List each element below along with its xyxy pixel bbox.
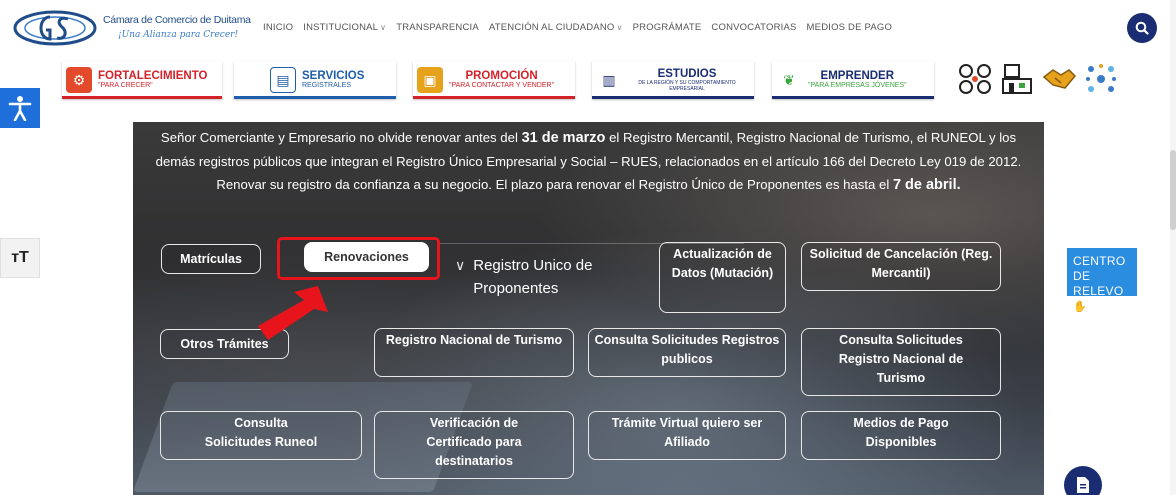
banner-title: ESTUDIOS [657,67,717,80]
nav-programate[interactable]: PROGRÁMATE [628,22,707,33]
banner-stripe [413,96,575,99]
nav-convocatorias[interactable]: CONVOCATORIAS [706,22,801,33]
centro-de-relevo-button[interactable]: CENTRO DE RELEVO ✋ [1067,248,1137,313]
banner-stripe [772,96,934,99]
sign-language-icon: ✋ [1073,301,1087,313]
banner-stripe [234,96,396,99]
banner-promocion[interactable]: ▣ PROMOCIÓN "PARA CONTACTAR Y VENDER" [413,61,575,99]
matriculas-button[interactable]: Matrículas [161,244,261,274]
banner-subtitle: "PARA EMPRESAS JÓVENES" [808,82,907,90]
gear-icon: ⚙ [66,67,92,93]
notice-deadline: 31 de marzo [521,130,606,146]
search-button[interactable] [1127,13,1157,43]
chevron-down-icon: ∨ [380,23,387,32]
banner-stripe [62,96,222,99]
chevron-down-icon: ∨ [455,257,466,273]
banner-title: SERVICIOS [302,70,365,83]
actualizacion-datos-button[interactable]: Actualización de Datos (Mutación) [659,242,786,313]
dots-network-icon[interactable] [1082,60,1120,98]
scrollbar-thumb[interactable] [1170,150,1176,230]
notice-text: Señor Comerciante y Empresario no olvide… [160,130,522,145]
nav-medios-pago[interactable]: MEDIOS DE PAGO [802,22,898,33]
page-scrollbar[interactable] [1170,0,1176,495]
accessibility-icon [8,96,32,121]
logo-slogan: ¡Una Alianza para Crecer! [118,30,239,40]
relevo-label: CENTRO DE RELEVO [1073,254,1126,298]
nav-institucional[interactable]: INSTITUCIONAL ∨ [298,22,391,33]
network-icon[interactable] [956,60,994,98]
document-icon [1077,477,1089,493]
verificacion-certificado-button[interactable]: Verificación de Certificado para destina… [374,411,574,479]
nav-inicio[interactable]: INICIO [258,22,298,33]
banner-estudios[interactable]: ▥ ESTUDIOS DE LA REGIÓN Y SU COMPORTAMIE… [592,61,754,99]
registro-turismo-button[interactable]: Registro Nacional de Turismo [374,328,574,377]
program-banners: ⚙ FORTALECIMIENTO "PARA CRECER" ▤ SERVIC… [0,56,1176,106]
banner-subtitle: REGISTRALES [302,82,352,90]
banner-fortalecimiento[interactable]: ⚙ FORTALECIMIENTO "PARA CRECER" [62,61,222,99]
medios-pago-button[interactable]: Medios de Pago Disponibles [801,411,1001,460]
nav-atencion[interactable]: ATENCIÓN AL CIUDADANO ∨ [484,22,628,33]
banner-subtitle: DE LA REGIÓN Y SU COMPORTAMIENTO EMPRESA… [638,80,736,93]
main-nav: INICIO INSTITUCIONAL ∨ TRANSPARENCIA ATEN… [258,22,897,33]
handshake-icon[interactable] [1040,60,1078,98]
building-icon[interactable] [998,60,1036,98]
accessibility-button[interactable] [0,88,40,128]
text-size-button[interactable]: тT [0,238,40,278]
red-arrow-annotation [258,286,328,340]
search-icon [1135,21,1149,35]
rup-label: Registro Unico de Proponentes [473,257,593,297]
consulta-runeol-button[interactable]: Consulta Solicitudes Runeol [160,411,362,460]
logo-title: Cámara de Comercio de Duitama [103,14,251,26]
renewal-notice: Señor Comerciante y Empresario no olvide… [133,126,1044,197]
banner-title: PROMOCIÓN [465,70,538,83]
document-floating-button[interactable] [1064,466,1102,495]
banner-servicios[interactable]: ▤ SERVICIOS REGISTRALES [234,61,396,99]
notice-rup-deadline: 7 de abril. [892,177,961,193]
highlight-box [277,237,440,280]
banner-emprender[interactable]: ❦ EMPRENDER "PARA EMPRESAS JÓVENES" [772,61,934,99]
registry-icon: ▤ [270,67,296,93]
nav-transparencia[interactable]: TRANSPARENCIA [391,22,484,33]
chart-icon: ▥ [596,67,622,93]
site-header: Cámara de Comercio de Duitama ¡Una Alian… [0,0,1176,56]
banner-title: FORTALECIMIENTO [98,70,208,83]
banner-subtitle: "PARA CONTACTAR Y VENDER" [449,82,555,90]
banner-subtitle: "PARA CRECER" [98,82,153,90]
extra-icons [956,60,1120,98]
plant-icon: ❦ [776,67,802,93]
consulta-registros-publicos-button[interactable]: Consulta Solicitudes Registros publicos [588,328,786,377]
afiliado-button[interactable]: Trámite Virtual quiero ser Afiliado [588,411,786,460]
consulta-turismo-button[interactable]: Consulta Solicitudes Registro Nacional d… [801,328,1001,396]
promotion-icon: ▣ [417,67,443,93]
chamber-logo[interactable] [10,8,100,48]
banner-title: EMPRENDER [820,70,895,83]
chevron-down-icon: ∨ [616,23,623,32]
rup-dropdown[interactable]: ∨ Registro Unico de Proponentes [455,254,615,300]
banner-stripe [592,96,754,99]
solicitud-cancelacion-button[interactable]: Solicitud de Cancelación (Reg. Mercantil… [801,242,1001,291]
